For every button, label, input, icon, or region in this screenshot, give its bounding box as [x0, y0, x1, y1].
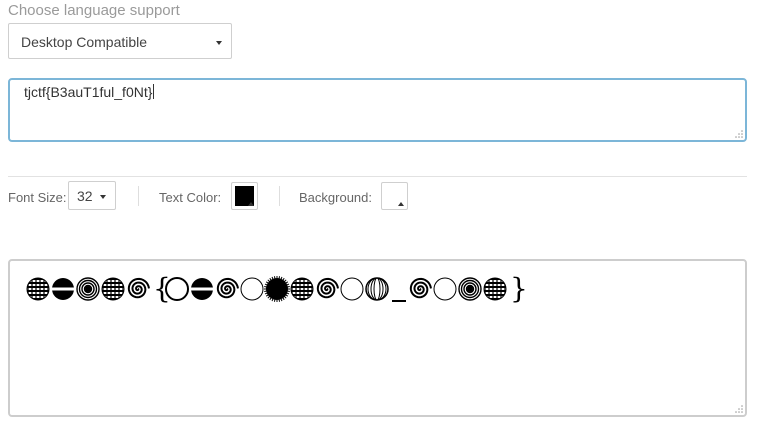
preview-glyph — [433, 277, 457, 301]
preview-glyph — [216, 277, 239, 299]
svg-text:}: } — [510, 272, 528, 305]
resize-grip-icon[interactable] — [735, 130, 743, 138]
preview-glyph — [127, 277, 150, 299]
preview-glyph — [240, 277, 264, 301]
font-preview: {} — [8, 259, 747, 417]
preview-glyph — [365, 277, 389, 301]
preview-glyph — [458, 277, 482, 301]
preview-glyph — [483, 277, 507, 301]
svg-text:{: { — [153, 272, 171, 305]
caret-up-icon — [398, 202, 404, 206]
sample-text-value: tjctf{B3auT1ful_f0Nt} — [24, 84, 155, 100]
preview-glyph — [264, 276, 290, 302]
preview-glyphs: {} — [26, 272, 528, 305]
preview-glyph — [76, 277, 100, 301]
preview-glyph: } — [510, 272, 528, 305]
sample-text-input[interactable]: tjctf{B3auT1ful_f0Nt} — [8, 78, 747, 142]
background-label: Background: — [299, 190, 372, 205]
toolbar-separator — [138, 186, 139, 206]
font-size-label: Font Size: — [8, 190, 67, 205]
preview-glyph — [409, 277, 432, 299]
preview-glyph — [101, 277, 125, 301]
preview-glyph — [340, 277, 364, 301]
chevron-down-icon — [216, 41, 222, 45]
preview-glyph — [26, 277, 50, 301]
language-select[interactable]: Desktop Compatible — [8, 23, 232, 59]
language-select-value: Desktop Compatible — [21, 34, 148, 50]
font-size-value: 32 — [77, 188, 93, 204]
toolbar-separator — [279, 186, 280, 206]
resize-grip-icon[interactable] — [735, 405, 743, 413]
divider — [8, 176, 747, 177]
preview-glyph — [316, 277, 339, 299]
background-color-picker[interactable] — [381, 182, 408, 210]
preview-glyph — [191, 278, 213, 300]
preview-glyph — [290, 277, 314, 301]
preview-glyph: { — [153, 272, 171, 305]
text-color-picker[interactable] — [231, 182, 258, 210]
text-color-label: Text Color: — [159, 190, 222, 205]
font-size-select[interactable]: 32 — [68, 181, 116, 210]
caret-up-icon — [248, 202, 254, 206]
language-label: Choose language support — [8, 2, 180, 19]
preview-glyph — [52, 278, 74, 300]
chevron-down-icon — [100, 195, 106, 199]
